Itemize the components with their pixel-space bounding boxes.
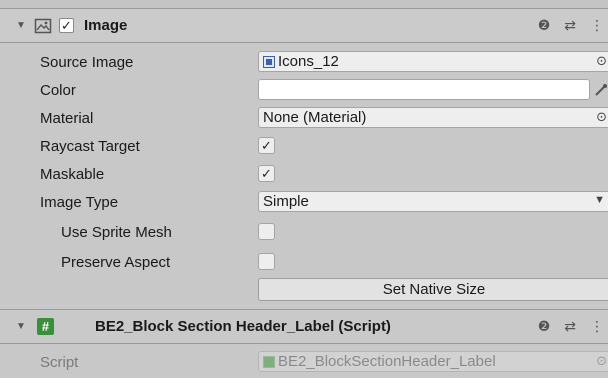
source-image-row: Source Image Icons_12 ⊙: [0, 48, 608, 76]
sliders-icon[interactable]: ⇄: [564, 318, 576, 335]
sliders-icon[interactable]: ⇄: [564, 17, 576, 34]
script-value: BE2_BlockSectionHeader_Label: [278, 353, 496, 370]
script-component-title: BE2_Block Section Header_Label (Script): [95, 318, 391, 335]
sprite-icon: [263, 55, 275, 68]
eyedropper-icon[interactable]: [594, 83, 608, 97]
maskable-label: Maskable: [40, 165, 105, 183]
preserve-aspect-checkbox[interactable]: [258, 253, 275, 270]
set-native-size-button[interactable]: Set Native Size: [258, 278, 608, 301]
image-type-label: Image Type: [40, 193, 119, 211]
kebab-icon[interactable]: ⋮: [590, 318, 604, 335]
raycast-target-label: Raycast Target: [40, 137, 140, 155]
cs-script-icon: [263, 355, 275, 368]
material-value: None (Material): [263, 109, 367, 126]
script-row: Script BE2_BlockSectionHeader_Label ⊙: [0, 348, 608, 376]
image-type-dropdown[interactable]: Simple ▼: [258, 191, 608, 212]
image-component-header[interactable]: ▼ ✓ Image ❷ ⇄ ⋮: [0, 9, 608, 43]
preserve-aspect-label: Preserve Aspect: [61, 253, 171, 271]
script-component-header[interactable]: ▼ # BE2_Block Section Header_Label (Scri…: [0, 309, 608, 344]
image-type-value: Simple: [263, 193, 309, 210]
maskable-checkbox[interactable]: ✓: [258, 165, 275, 182]
set-native-size-row: Set Native Size: [0, 276, 608, 304]
object-picker-icon: ⊙: [596, 353, 607, 368]
object-picker-icon[interactable]: ⊙: [596, 53, 607, 69]
image-enabled-checkbox[interactable]: ✓: [59, 18, 74, 33]
material-field[interactable]: None (Material) ⊙: [258, 107, 608, 128]
dropdown-arrow-icon: ▼: [594, 194, 605, 206]
use-sprite-mesh-label: Use Sprite Mesh: [61, 223, 172, 241]
source-image-value: Icons_12: [278, 53, 339, 70]
material-label: Material: [40, 109, 94, 127]
script-field: BE2_BlockSectionHeader_Label ⊙: [258, 351, 608, 372]
maskable-row: Maskable ✓: [0, 160, 608, 188]
object-picker-icon[interactable]: ⊙: [596, 109, 607, 125]
help-icon[interactable]: ❷: [538, 17, 551, 34]
kebab-icon[interactable]: ⋮: [590, 17, 604, 34]
help-icon[interactable]: ❷: [538, 318, 551, 335]
source-image-label: Source Image: [40, 53, 134, 71]
inspector-panel: ▼ ✓ Image ❷ ⇄ ⋮ Source Image Icons_12 ⊙ …: [0, 0, 608, 378]
use-sprite-mesh-row: Use Sprite Mesh: [0, 218, 608, 246]
top-strip: [0, 0, 608, 9]
image-component-icon: [34, 18, 52, 34]
image-type-row: Image Type Simple ▼: [0, 188, 608, 216]
preserve-aspect-row: Preserve Aspect: [0, 248, 608, 276]
image-component-title: Image: [84, 17, 128, 34]
foldout-arrow-icon[interactable]: ▼: [16, 20, 30, 31]
use-sprite-mesh-checkbox[interactable]: [258, 223, 275, 240]
raycast-target-checkbox[interactable]: ✓: [258, 137, 275, 154]
raycast-target-row: Raycast Target ✓: [0, 132, 608, 160]
color-row: Color: [0, 76, 608, 104]
color-field[interactable]: [258, 79, 590, 100]
script-label: Script: [40, 353, 79, 371]
source-image-field[interactable]: Icons_12 ⊙: [258, 51, 608, 72]
header-actions: ❷ ⇄ ⋮: [538, 310, 608, 343]
foldout-arrow-icon[interactable]: ▼: [16, 321, 30, 332]
header-actions: ❷ ⇄ ⋮: [538, 9, 608, 42]
script-hash-icon: #: [37, 318, 54, 335]
color-label: Color: [40, 81, 76, 99]
material-row: Material None (Material) ⊙: [0, 104, 608, 132]
